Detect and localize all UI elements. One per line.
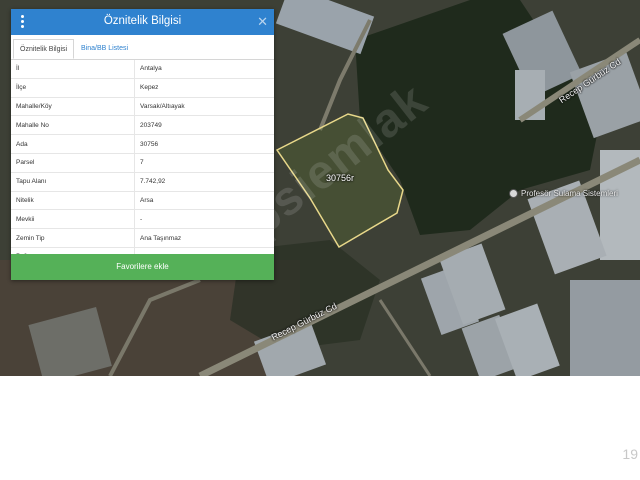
attribute-value: Ana Taşınmaz <box>134 228 274 248</box>
poi-label: Profesör Sulama Sistemleri <box>521 189 618 198</box>
table-row: Zemin Tip Ana Taşınmaz <box>11 228 274 248</box>
poi-marker[interactable]: Profesör Sulama Sistemleri <box>509 189 618 198</box>
attribute-key: Nitelik <box>11 191 135 211</box>
poi-pin-icon <box>509 189 518 198</box>
attribute-key: Parsel <box>11 153 135 173</box>
table-row: Mevkii - <box>11 209 274 230</box>
table-row: Nitelik Arsa <box>11 191 274 211</box>
close-icon[interactable]: ✕ <box>257 14 268 30</box>
panel-title: Öznitelik Bilgisi <box>103 15 182 27</box>
parcel-label: 30756r <box>326 173 355 183</box>
attribute-value: 7.742,92 <box>134 172 274 192</box>
tab-attribute-info[interactable]: Öznitelik Bilgisi <box>13 39 75 59</box>
attribute-key: İl <box>11 60 135 79</box>
attribute-key: İlçe <box>11 78 135 98</box>
attribute-value: 7 <box>134 153 274 173</box>
attribute-value: 30756 <box>134 134 274 154</box>
attribute-key: Tapu Alanı <box>11 172 135 192</box>
attribute-key: Ada <box>11 134 135 154</box>
attribute-value: Antalya <box>134 60 274 79</box>
table-row: İlçe Kepez <box>11 78 274 98</box>
page-number: 19 <box>622 446 638 462</box>
table-row: Parsel 7 <box>11 153 274 173</box>
attribute-key: Mahalle No <box>11 115 135 136</box>
attribute-value: Arsa <box>134 191 274 211</box>
attribute-value: - <box>134 209 274 230</box>
table-row: Ada 30756 <box>11 134 274 154</box>
attribute-table: İl Antalya İlçe Kepez Mahalle/Köy Varsak/Altı… <box>11 60 274 267</box>
attribute-panel: Öznitelik Bilgisi ✕ Öznitelik Bilgisi Bi… <box>11 9 274 280</box>
table-row: Tapu Alanı 7.742,92 <box>11 172 274 192</box>
table-row: Mahalle/Köy Varsak/Altıayak <box>11 97 274 117</box>
tab-building-list[interactable]: Bina/BB Listesi <box>75 39 134 59</box>
table-row: İl Antalya <box>11 60 274 79</box>
attribute-value: Varsak/Altıayak <box>134 97 274 117</box>
attribute-value: Kepez <box>134 78 274 98</box>
add-to-favorites-button[interactable]: Favorilere ekle <box>11 254 274 280</box>
table-row: Mahalle No 203749 <box>11 115 274 136</box>
attribute-key: Mahalle/Köy <box>11 97 135 117</box>
attribute-key: Mevkii <box>11 209 135 230</box>
panel-tabs: Öznitelik Bilgisi Bina/BB Listesi <box>11 35 274 60</box>
attribute-value: 203749 <box>134 115 274 136</box>
attribute-key: Zemin Tip <box>11 228 135 248</box>
panel-header: Öznitelik Bilgisi ✕ <box>11 9 274 35</box>
